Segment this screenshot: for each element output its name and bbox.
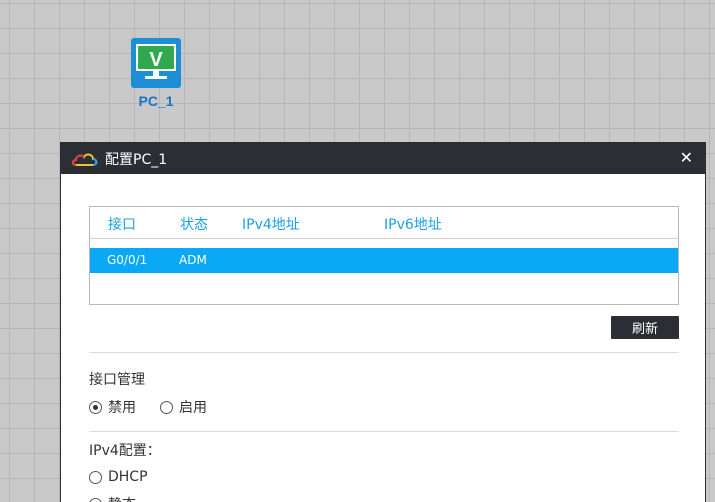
interface-mgmt-label: 接口管理: [89, 372, 145, 388]
header-interface: 接口: [108, 217, 136, 233]
radio-unchecked-icon[interactable]: [160, 400, 173, 414]
dialog-titlebar[interactable]: 配置PC_1 ✕: [61, 143, 705, 174]
radio-label: 启用: [179, 400, 207, 416]
table-row[interactable]: G0/0/1 ADM: [90, 248, 678, 273]
device-label: PC_1: [138, 93, 174, 109]
radio-checked-icon[interactable]: [89, 497, 102, 502]
radio-disable[interactable]: 禁用: [89, 397, 136, 417]
refresh-button[interactable]: 刷新: [611, 316, 679, 339]
radio-dhcp[interactable]: DHCP: [89, 469, 148, 485]
header-ipv6: IPv6地址: [384, 217, 442, 233]
table-header: 接口 状态 IPv4地址 IPv6地址: [90, 207, 678, 239]
interface-table: 接口 状态 IPv4地址 IPv6地址 G0/0/1 ADM: [89, 206, 679, 305]
cell-status: ADM: [179, 253, 207, 267]
close-button[interactable]: ✕: [680, 149, 693, 167]
svg-text:V: V: [149, 49, 163, 71]
radio-checked-icon[interactable]: [89, 400, 102, 414]
radio-label: 静态: [108, 494, 136, 502]
radio-label: DHCP: [108, 469, 148, 485]
radio-enable[interactable]: 启用: [160, 397, 207, 417]
config-dialog: 配置PC_1 ✕ 接口 状态 IPv4地址 IPv6地址 G0/0/1 ADM …: [60, 142, 706, 502]
cell-interface: G0/0/1: [107, 253, 148, 267]
header-status: 状态: [180, 217, 208, 233]
cloud-icon: [72, 153, 98, 166]
header-ipv4: IPv4地址: [242, 217, 300, 233]
device-pc1[interactable]: V PC_1: [126, 38, 186, 109]
radio-unchecked-icon[interactable]: [89, 470, 102, 484]
ipv4-config-label: IPv4配置：: [89, 443, 161, 459]
dialog-title: 配置PC_1: [105, 151, 168, 168]
radio-label: 禁用: [108, 400, 136, 416]
monitor-icon[interactable]: V: [131, 38, 181, 88]
interface-mgmt-radio-group: 禁用 启用: [89, 397, 207, 417]
radio-static[interactable]: 静态: [89, 494, 136, 502]
divider: [89, 431, 679, 432]
divider: [89, 352, 679, 353]
